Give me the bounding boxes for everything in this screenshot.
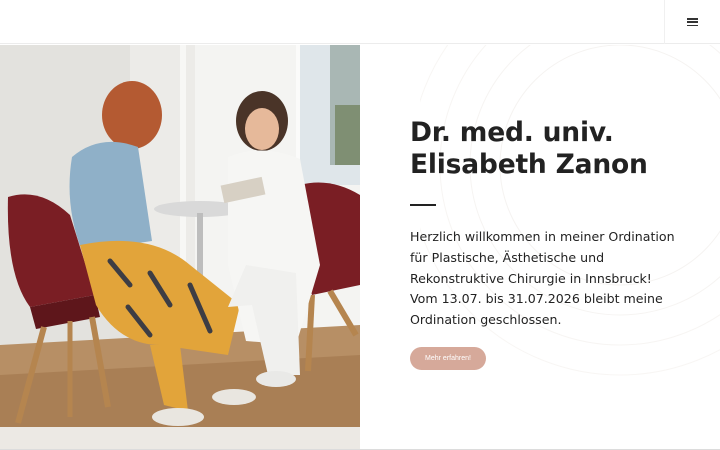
title-line-2: Elisabeth Zanon — [410, 149, 648, 180]
hero-content: Dr. med. univ. Elisabeth Zanon Herzlich … — [360, 45, 720, 449]
title-line-1: Dr. med. univ. — [410, 117, 614, 148]
menu-button[interactable] — [664, 0, 720, 44]
hamburger-menu-icon — [687, 18, 698, 26]
site-header — [0, 0, 720, 44]
hero-photo — [0, 45, 360, 449]
title-divider — [410, 204, 436, 206]
page-title: Dr. med. univ. Elisabeth Zanon — [410, 117, 700, 181]
intro-text: Herzlich willkommen in meiner Ordination… — [410, 229, 675, 328]
more-button[interactable]: Mehr erfahren! — [410, 347, 486, 370]
consultation-photo-illustration — [0, 45, 360, 449]
